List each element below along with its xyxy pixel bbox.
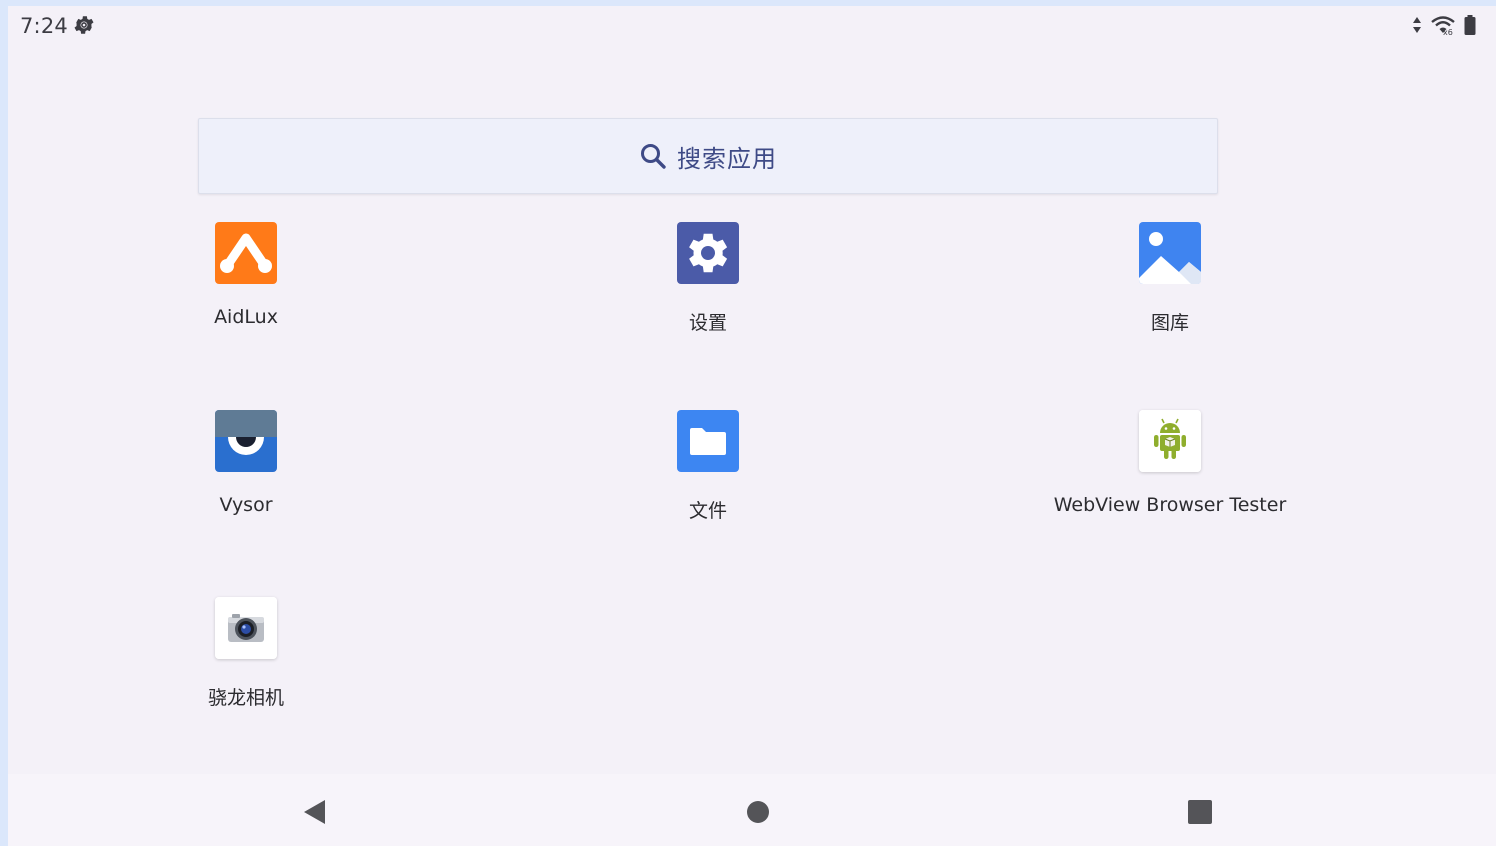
app-label: WebView Browser Tester <box>1053 494 1287 516</box>
app-label: 文件 <box>688 500 727 522</box>
gallery-icon <box>1139 222 1201 284</box>
back-button[interactable] <box>294 792 334 832</box>
app-label: Vysor <box>219 494 273 516</box>
app-settings[interactable]: 设置 <box>558 222 858 362</box>
battery-icon <box>1464 15 1476 35</box>
status-icons: x6 <box>1412 13 1476 37</box>
recents-icon <box>1188 800 1212 824</box>
status-time: 7:24 <box>20 14 68 38</box>
android-robot-icon <box>1139 410 1201 472</box>
vysor-icon <box>215 410 277 472</box>
recents-button[interactable] <box>1180 792 1220 832</box>
data-arrows-icon <box>1413 17 1421 33</box>
settings-icon <box>677 222 739 284</box>
app-gallery[interactable]: 图库 <box>1020 222 1320 362</box>
aidlux-icon <box>215 222 277 284</box>
search-placeholder: 搜索应用 <box>677 144 777 173</box>
search-apps-bar[interactable]: 搜索应用 <box>198 118 1218 194</box>
app-files[interactable]: 文件 <box>558 410 858 550</box>
app-aidlux[interactable]: AidLux <box>96 222 396 362</box>
status-bar: 7:24 x6 <box>8 6 1496 46</box>
app-label: 设置 <box>688 312 727 334</box>
app-label: 图库 <box>1150 312 1189 334</box>
search-icon <box>641 144 666 169</box>
wifi-no-internet-icon: x6 <box>1431 16 1455 36</box>
app-label: 骁龙相机 <box>207 687 284 709</box>
home-icon <box>747 801 769 823</box>
home-screen: 7:24 x6 搜索应用 AidLux 设置 图库 Vysor 文件 WebVi… <box>8 6 1496 846</box>
app-vysor[interactable]: Vysor <box>96 410 396 550</box>
svg-text:x6: x6 <box>1443 28 1453 36</box>
home-button[interactable] <box>738 792 778 832</box>
files-icon <box>677 410 739 472</box>
navigation-bar <box>8 774 1496 846</box>
back-icon <box>304 800 325 824</box>
app-label: AidLux <box>214 306 278 328</box>
app-webview-browser-tester[interactable]: WebView Browser Tester <box>1020 410 1320 550</box>
settings-gear-icon <box>74 16 94 34</box>
camera-icon <box>215 597 277 659</box>
app-snapdragon-camera[interactable]: 骁龙相机 <box>96 597 396 737</box>
